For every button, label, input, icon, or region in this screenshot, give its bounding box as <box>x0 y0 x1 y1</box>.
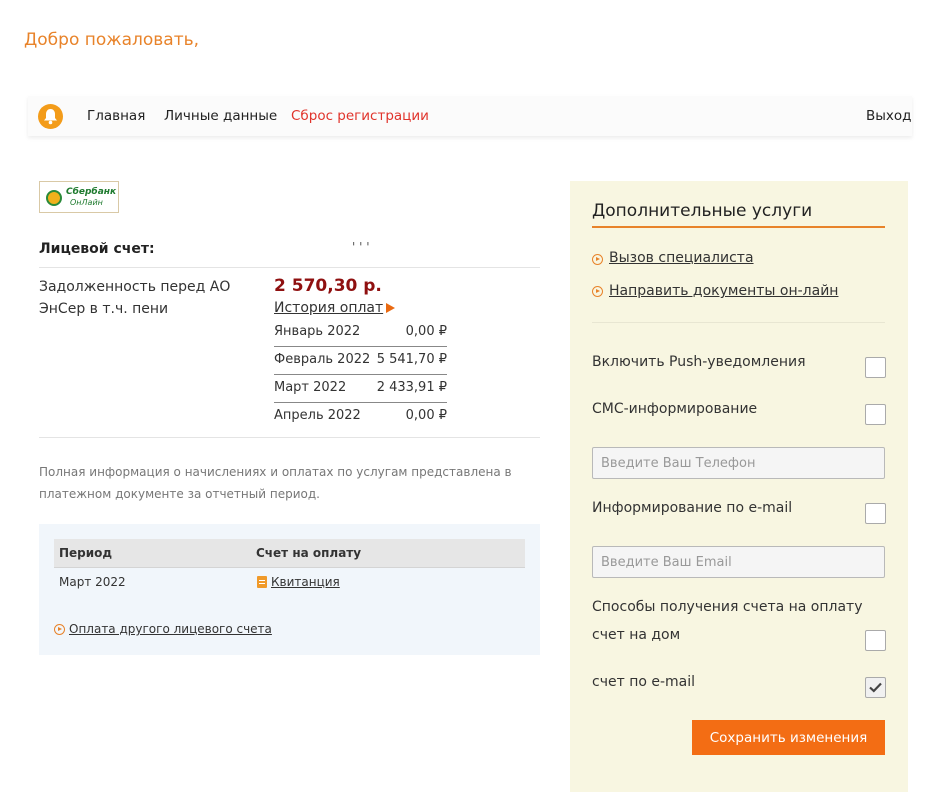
payment-month: Март 2022 <box>274 380 347 395</box>
sberbank-online-logo[interactable]: Сбербанк ОнЛайн <box>39 181 119 213</box>
payment-row: Январь 2022 0,00 ₽ <box>274 324 447 352</box>
sms-checkbox[interactable] <box>865 404 886 425</box>
payment-row: Февраль 2022 5 541,70 ₽ <box>274 352 447 380</box>
push-label: Включить Push-уведомления <box>592 354 806 370</box>
logo-line1: Сбербанк <box>66 187 117 197</box>
payment-amount: 2 433,91 ₽ <box>376 380 447 395</box>
bills-panel: Период Счет на оплату Март 2022 Квитанци… <box>39 524 540 655</box>
email-bill-label: счет по e-mail <box>592 674 696 690</box>
checkmark-icon <box>869 682 882 693</box>
payment-amount: 0,00 ₽ <box>405 408 447 423</box>
payment-month: Апрель 2022 <box>274 408 361 423</box>
debt-amount: 2 570,30 р. <box>274 276 382 296</box>
document-icon <box>257 576 267 588</box>
payment-amount: 5 541,70 ₽ <box>376 352 447 367</box>
payment-divider <box>274 346 447 347</box>
account-number: ' ' ' <box>352 240 370 254</box>
payment-row: Апрель 2022 0,00 ₽ <box>274 408 447 436</box>
play-arrow-icon[interactable] <box>386 303 395 313</box>
info-text: Полная информация о начислениях и оплата… <box>39 465 512 501</box>
welcome-text: Добро пожаловать, <box>24 30 200 50</box>
payment-history-link[interactable]: История оплат <box>274 300 383 316</box>
nav-logout[interactable]: Выход <box>866 108 912 124</box>
phone-input[interactable] <box>592 447 885 479</box>
top-navbar: Главная Личные данные Сброс регистрации … <box>28 96 912 136</box>
services-sidebar: Дополнительные услуги Вызов специалиста … <box>570 181 908 792</box>
payment-month: Февраль 2022 <box>274 352 371 367</box>
nav-personal-data[interactable]: Личные данные <box>164 108 277 124</box>
other-account-link[interactable]: Оплата другого лицевого счета <box>69 622 272 636</box>
email-info-checkbox[interactable] <box>865 503 886 524</box>
home-bill-checkbox[interactable] <box>865 630 886 651</box>
account-label: Лицевой счет: <box>39 241 155 257</box>
call-specialist-link[interactable]: Вызов специалиста <box>609 250 754 266</box>
payment-row: Март 2022 2 433,91 ₽ <box>274 380 447 408</box>
divider <box>592 322 885 323</box>
email-input[interactable] <box>592 546 885 578</box>
payment-divider <box>274 374 447 375</box>
bill-period: Март 2022 <box>59 575 126 589</box>
circle-arrow-icon <box>592 286 603 297</box>
sidebar-title: Дополнительные услуги <box>592 201 813 221</box>
nav-home[interactable]: Главная <box>87 108 145 124</box>
bills-table-header: Период Счет на оплату <box>54 539 525 567</box>
email-info-label: Информирование по e-mail <box>592 500 793 516</box>
nav-reset-registration[interactable]: Сброс регистрации <box>291 108 429 124</box>
delivery-methods-title: Способы получения счета на оплату <box>592 599 863 615</box>
send-documents-link[interactable]: Направить документы он-лайн <box>609 283 838 299</box>
debt-label: Задолженность перед АО ЭнСер в т.ч. пени <box>39 279 231 317</box>
table-divider <box>54 567 525 568</box>
invoice-link[interactable]: Квитанция <box>271 575 340 589</box>
circle-arrow-icon <box>592 254 603 265</box>
payment-amount: 0,00 ₽ <box>405 324 447 339</box>
payment-month: Январь 2022 <box>274 324 361 339</box>
circle-arrow-icon <box>54 624 65 635</box>
push-checkbox[interactable] <box>865 357 886 378</box>
sms-label: СМС-информирование <box>592 401 758 417</box>
email-bill-checkbox[interactable] <box>865 677 886 698</box>
save-changes-button[interactable]: Сохранить изменения <box>692 720 885 755</box>
divider <box>39 437 540 438</box>
sberbank-logo-icon <box>46 190 62 206</box>
column-header-invoice: Счет на оплату <box>256 546 362 560</box>
payment-divider <box>274 402 447 403</box>
home-bill-label: счет на дом <box>592 627 681 643</box>
divider <box>39 267 540 268</box>
bell-icon[interactable] <box>38 104 63 129</box>
column-header-period: Период <box>59 546 113 560</box>
title-underline <box>592 226 885 228</box>
logo-line2: ОнЛайн <box>70 198 103 207</box>
